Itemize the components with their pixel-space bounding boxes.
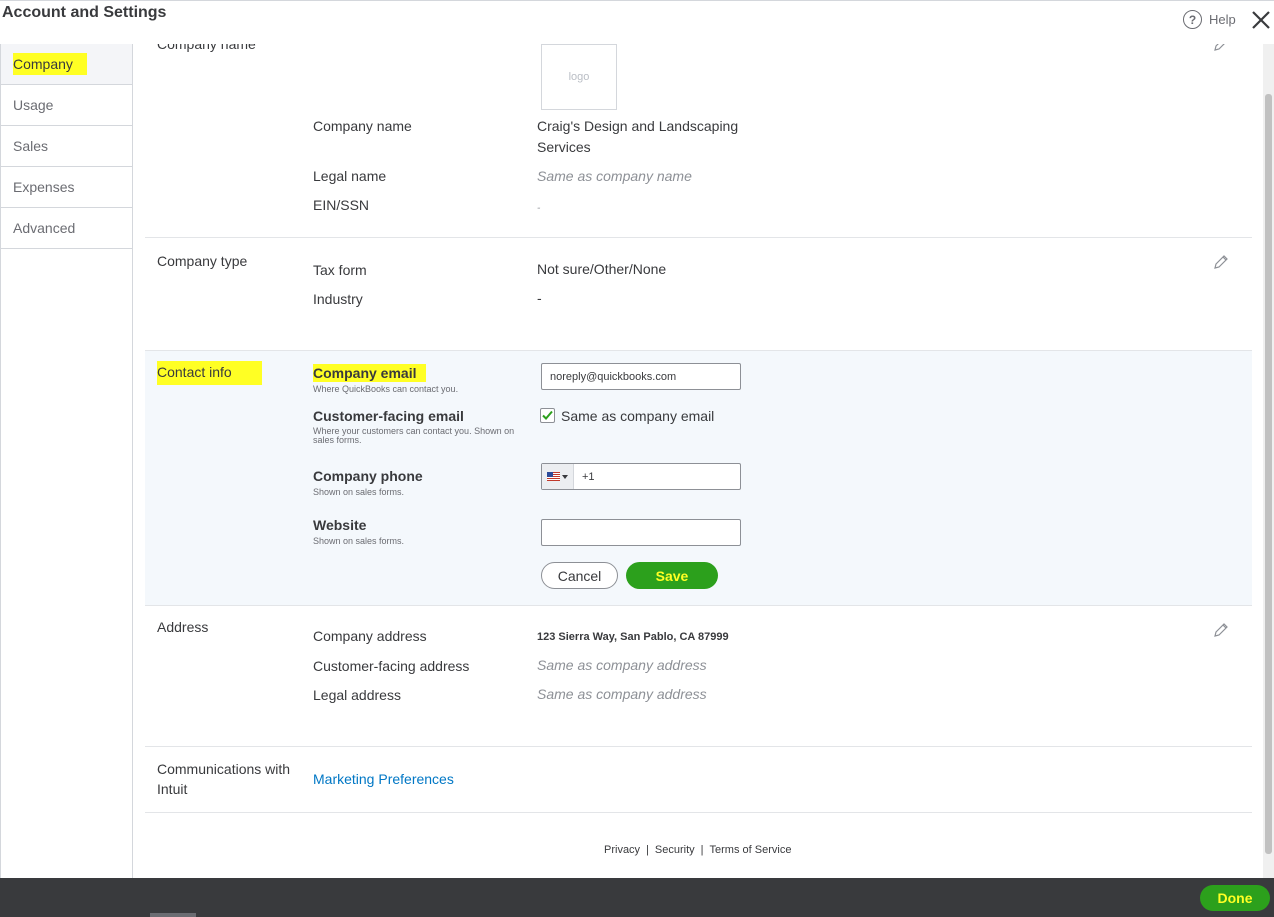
section-title: Address [157,619,209,635]
sidebar-item-label: Expenses [13,179,75,195]
customer-address-label: Customer-facing address [313,658,470,674]
industry-label: Industry [313,291,363,307]
company-phone-label: Company phone [313,468,423,484]
sidebar-item-usage[interactable]: Usage [1,85,132,126]
chevron-down-icon [562,474,568,479]
customer-email-hint: Where your customers can contact you. Sh… [313,426,515,445]
edit-pencil-icon[interactable] [1213,254,1229,270]
sidebar-item-company[interactable]: Company [1,44,132,85]
communications-section: Communications with Intuit Marketing Pre… [145,747,1252,813]
us-flag-icon [547,472,560,481]
scrollbar[interactable] [1263,44,1274,878]
legal-address-label: Legal address [313,687,401,703]
edit-pencil-icon[interactable] [1213,622,1229,638]
footer-separator: | [646,844,649,856]
customer-address-value: Same as company address [537,657,707,673]
scrollbar-thumb[interactable] [1265,94,1272,854]
company-email-input[interactable]: noreply@quickbooks.com [541,363,741,390]
company-name-line: Craig's Design and Landscaping [537,118,739,134]
ein-label: EIN/SSN [313,197,370,213]
website-hint: Shown on sales forms. [313,536,405,546]
address-section: Address Company address 123 Sierra Way, … [145,606,1252,747]
industry-value: - [537,290,542,306]
company-phone-hint: Shown on sales forms. [313,487,405,497]
cancel-button[interactable]: Cancel [541,562,618,589]
company-phone-input[interactable]: +1 [541,463,741,490]
company-email-label-text: Company email [313,364,427,382]
sidebar-item-label: Advanced [13,220,76,236]
section-title: Company name [157,44,256,52]
company-name-section: Company name logo Company name Craig's D… [145,44,1252,238]
ein-value: - [537,203,541,214]
marketing-preferences-link[interactable]: Marketing Preferences [313,771,454,787]
customer-email-label: Customer-facing email [313,408,464,424]
section-title: Communications with Intuit [157,759,290,799]
save-button[interactable]: Save [626,562,718,589]
legal-address-value: Same as company address [537,686,707,702]
security-link[interactable]: Security [655,844,695,856]
same-as-email-checkbox[interactable] [540,408,555,423]
company-name-label: Company name [313,118,412,134]
contact-info-title: Contact info [157,361,262,385]
company-email-label: Company email [313,364,427,382]
footer-separator: | [700,844,704,856]
section-title-line: Intuit [157,781,188,797]
help-icon: ? [1183,10,1202,29]
company-phone-value: +1 [582,470,595,483]
footer-links: Privacy | Security | Terms of Service [604,844,791,856]
logo-placeholder: logo [568,71,590,83]
company-address-value: 123 Sierra Way, San Pablo, CA 87999 [537,631,729,643]
settings-sidebar: Company Usage Sales Expenses Advanced [0,44,133,878]
page-title: Account and Settings [2,4,167,21]
help-label: Help [1209,12,1236,27]
legal-name-value: Same as company name [537,168,692,184]
section-title: Contact info [157,361,262,385]
section-title-line: Communications with [157,761,291,777]
section-title: Company type [157,253,248,269]
terms-link[interactable]: Terms of Service [710,844,792,856]
sidebar-item-expenses[interactable]: Expenses [1,167,132,208]
sidebar-item-advanced[interactable]: Advanced [1,208,132,249]
company-address-label: Company address [313,628,427,644]
help-button[interactable]: ? Help [1183,10,1236,29]
tax-form-value: Not sure/Other/None [537,261,667,277]
bottom-bar-indicator [150,913,196,917]
company-type-section: Company type Tax form Not sure/Other/Non… [145,238,1252,351]
settings-content: Company name logo Company name Craig's D… [145,44,1252,878]
edit-pencil-icon[interactable] [1213,44,1229,52]
company-name-line: Services [537,139,591,155]
same-as-email-label: Same as company email [561,408,715,424]
website-label: Website [313,517,367,533]
done-button[interactable]: Done [1200,885,1270,911]
company-email-value: noreply@quickbooks.com [550,370,677,383]
legal-name-label: Legal name [313,168,387,184]
country-code-dropdown[interactable] [542,464,574,489]
company-email-hint: Where QuickBooks can contact you. [313,384,459,394]
title-bar: Account and Settings ? Help [0,0,1274,44]
sidebar-item-label: Usage [13,97,54,113]
company-name-value: Craig's Design and Landscaping Services [537,116,738,158]
checkmark-icon [542,410,553,420]
website-input[interactable] [541,519,741,546]
privacy-link[interactable]: Privacy [604,844,640,856]
contact-info-section: Contact info Company email Where QuickBo… [145,351,1252,606]
sidebar-item-label: Company [13,53,87,75]
sidebar-item-label: Sales [13,138,49,154]
company-logo-upload[interactable]: logo [541,44,617,110]
tax-form-label: Tax form [313,262,367,278]
bottom-bar [0,878,1274,917]
sidebar-item-sales[interactable]: Sales [1,126,132,167]
close-icon[interactable] [1250,9,1272,31]
